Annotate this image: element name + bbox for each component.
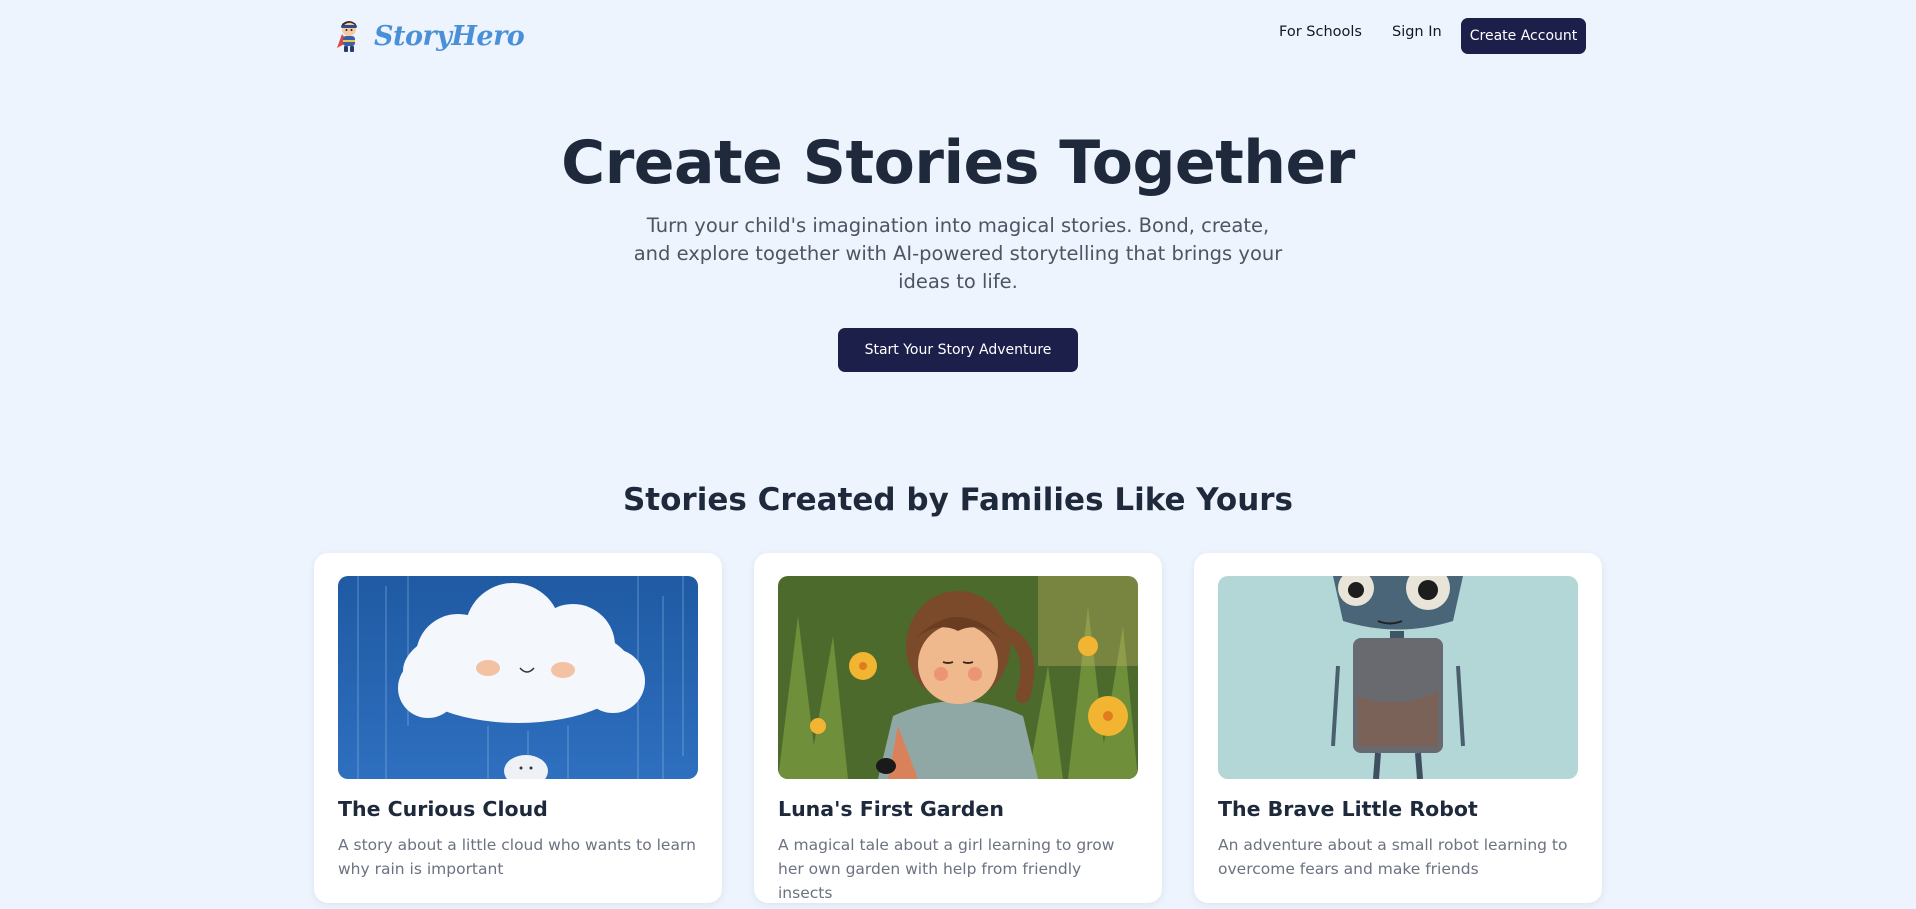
story-card-brave-robot[interactable]: The Brave Little Robot An adventure abou…	[1194, 553, 1602, 903]
hero-mascot-icon	[337, 21, 357, 52]
cloud-illustration	[338, 576, 698, 779]
girl-garden-illustration	[778, 576, 1138, 779]
story-card-title: Luna's First Garden	[778, 797, 1004, 821]
start-story-button[interactable]: Start Your Story Adventure	[838, 328, 1078, 372]
nav-sign-in-link[interactable]: Sign In	[1392, 24, 1442, 40]
story-card-description: An adventure about a small robot learnin…	[1218, 836, 1568, 878]
story-card-title: The Curious Cloud	[338, 797, 548, 821]
robot-illustration	[1218, 576, 1578, 779]
story-card-description: A magical tale about a girl learning to …	[778, 836, 1115, 902]
story-card-description: A story about a little cloud who wants t…	[338, 836, 696, 878]
create-account-button[interactable]: Create Account	[1461, 18, 1586, 54]
hero-subtitle: Turn your child's imagination into magic…	[633, 214, 1283, 293]
story-image-robot	[1218, 576, 1578, 779]
brand-name: StoryHero	[374, 20, 525, 52]
story-image-cloud	[338, 576, 698, 779]
stories-heading: Stories Created by Families Like Yours	[622, 482, 1294, 518]
story-image-garden	[778, 576, 1138, 779]
brand-logo[interactable]: StoryHero	[334, 16, 525, 56]
top-nav: StoryHero For Schools Sign In Create Acc…	[0, 0, 1916, 72]
nav-for-schools-link[interactable]: For Schools	[1279, 24, 1362, 40]
story-card-title: The Brave Little Robot	[1218, 797, 1478, 821]
hero-title: Create Stories Together	[561, 128, 1355, 198]
story-card-lunas-garden[interactable]: Luna's First Garden A magical tale about…	[754, 553, 1162, 903]
story-card-curious-cloud[interactable]: The Curious Cloud A story about a little…	[314, 553, 722, 903]
